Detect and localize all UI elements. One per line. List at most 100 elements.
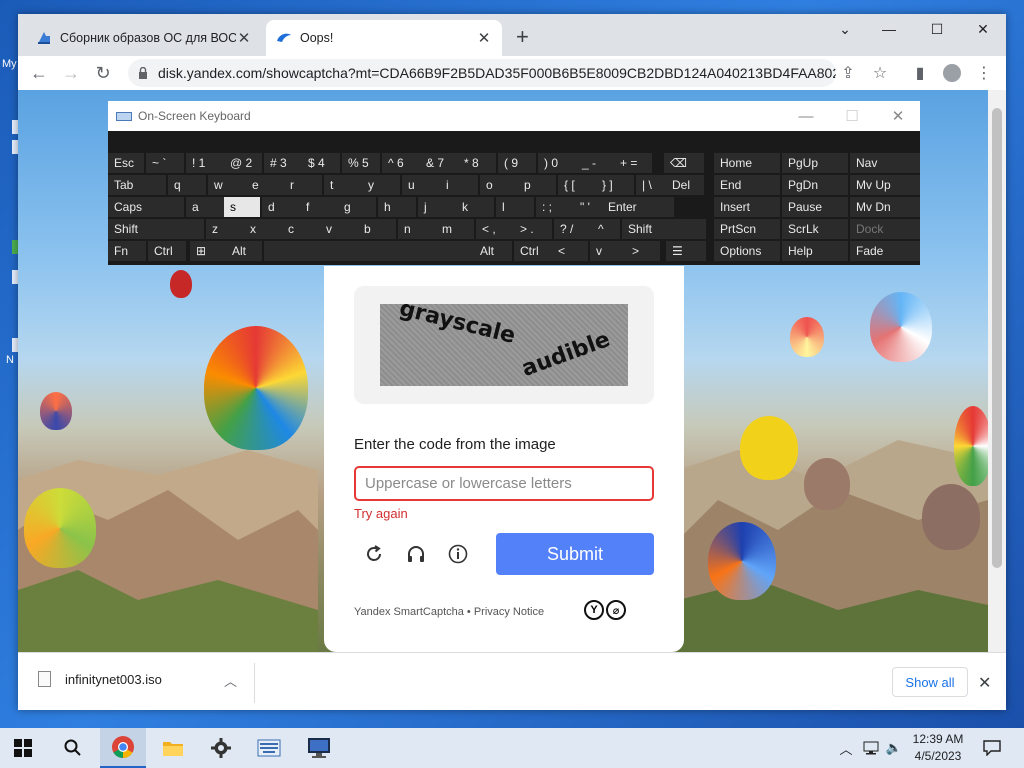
osk-key[interactable]: > — [626, 241, 660, 261]
osk-key[interactable]: ~ ` — [146, 153, 184, 173]
osk-key[interactable]: ( 9 — [498, 153, 536, 173]
download-options-chevron-icon[interactable]: ︿ — [224, 671, 237, 690]
tab-close-icon[interactable]: ✕ — [236, 29, 252, 47]
osk-taskbar-icon[interactable] — [246, 728, 292, 768]
captcha-footer[interactable]: Yandex SmartCaptcha • Privacy Notice — [354, 606, 544, 618]
maximize-button[interactable]: ☐ — [914, 14, 960, 44]
osk-key[interactable]: h — [378, 197, 416, 217]
osk-key[interactable]: $ 4 — [302, 153, 340, 173]
osk-key[interactable]: k — [456, 197, 494, 217]
osk-nav-key[interactable]: Mv Up — [850, 175, 920, 195]
osk-key[interactable]: p — [518, 175, 556, 195]
osk-key[interactable]: w — [208, 175, 246, 195]
headphones-audio-icon[interactable] — [404, 542, 428, 566]
minimize-button[interactable]: — — [866, 14, 912, 44]
osk-key[interactable]: Caps — [108, 197, 184, 217]
osk-nav-key[interactable]: Nav — [850, 153, 920, 173]
info-icon[interactable] — [446, 542, 470, 566]
osk-key[interactable]: y — [362, 175, 400, 195]
osk-key[interactable]: < — [552, 241, 588, 261]
osk-key[interactable] — [264, 241, 474, 261]
tab-search-chevron-icon[interactable]: ⌄ — [822, 14, 868, 44]
osk-key[interactable]: d — [262, 197, 300, 217]
osk-key[interactable]: @ 2 — [224, 153, 262, 173]
tab-close-icon[interactable]: ✕ — [476, 29, 492, 47]
osk-maximize-button[interactable]: ☐ — [832, 101, 872, 131]
osk-key[interactable]: c — [282, 219, 320, 239]
osk-key[interactable]: Fn — [108, 241, 146, 261]
osk-key[interactable]: g — [338, 197, 376, 217]
osk-key[interactable]: v — [590, 241, 626, 261]
osk-key[interactable]: ^ — [592, 219, 620, 239]
network-icon[interactable] — [860, 728, 882, 768]
notifications-icon[interactable] — [978, 728, 1006, 768]
osk-close-button[interactable]: ✕ — [878, 101, 918, 131]
tray-chevron-icon[interactable]: ︿ — [836, 728, 856, 768]
osk-nav-key[interactable]: Dock — [850, 219, 920, 239]
address-bar[interactable]: disk.yandex.com/showcaptcha?mt=CDA66B9F2… — [128, 59, 836, 87]
osk-key[interactable]: % 5 — [342, 153, 380, 173]
osk-key[interactable]: # 3 — [264, 153, 302, 173]
settings-gear-icon[interactable] — [198, 728, 244, 768]
osk-key[interactable]: s — [224, 197, 260, 217]
chrome-taskbar-icon[interactable] — [100, 728, 146, 768]
submit-button[interactable]: Submit — [496, 533, 654, 575]
tab-os-images[interactable]: Сборник образов ОС для ВОСН ✕ — [26, 20, 262, 56]
osk-key[interactable]: < , — [476, 219, 514, 239]
osk-key[interactable]: o — [480, 175, 518, 195]
forward-button[interactable]: → — [58, 60, 84, 86]
remote-desktop-icon[interactable] — [296, 728, 342, 768]
osk-key[interactable]: i — [440, 175, 478, 195]
close-download-bar-icon[interactable]: ✕ — [978, 673, 991, 693]
osk-nav-key[interactable]: Mv Dn — [850, 197, 920, 217]
osk-key[interactable]: Esc — [108, 153, 144, 173]
osk-key[interactable]: j — [418, 197, 456, 217]
download-item[interactable]: infinitynet003.iso — [38, 671, 162, 687]
side-panel-icon[interactable]: ▮ — [908, 61, 932, 85]
osk-key[interactable]: ) 0 — [538, 153, 576, 173]
show-all-button[interactable]: Show all — [892, 667, 968, 697]
osk-nav-key[interactable]: Fade — [850, 241, 920, 261]
osk-nav-key[interactable]: Home — [714, 153, 780, 173]
osk-key[interactable]: l — [496, 197, 534, 217]
osk-key[interactable]: & 7 — [420, 153, 458, 173]
osk-nav-key[interactable]: Insert — [714, 197, 780, 217]
osk-minimize-button[interactable]: — — [786, 101, 826, 131]
osk-key[interactable]: Shift — [108, 219, 204, 239]
osk-key[interactable]: ! 1 — [186, 153, 224, 173]
close-window-button[interactable]: ✕ — [960, 14, 1006, 44]
reload-button[interactable]: ↻ — [90, 60, 116, 86]
osk-key[interactable]: ⌫ — [664, 153, 704, 173]
osk-nav-key[interactable]: Help — [782, 241, 848, 261]
osk-key[interactable]: { [ — [558, 175, 596, 195]
osk-nav-key[interactable]: Pause — [782, 197, 848, 217]
osk-key[interactable]: Tab — [108, 175, 166, 195]
profile-avatar-icon[interactable] — [940, 61, 964, 85]
search-icon[interactable] — [50, 728, 96, 768]
osk-nav-key[interactable]: End — [714, 175, 780, 195]
osk-key[interactable]: Alt — [474, 241, 512, 261]
osk-key[interactable]: f — [300, 197, 338, 217]
captcha-input[interactable] — [354, 466, 654, 501]
volume-icon[interactable]: 🔈 — [884, 728, 904, 768]
osk-key[interactable]: q — [168, 175, 206, 195]
osk-key[interactable]: u — [402, 175, 440, 195]
scrollbar-thumb[interactable] — [992, 108, 1002, 568]
osk-key[interactable]: m — [436, 219, 474, 239]
tab-oops[interactable]: Oops! ✕ — [266, 20, 502, 56]
share-icon[interactable]: ⇪ — [836, 61, 860, 85]
osk-nav-key[interactable]: Options — [714, 241, 780, 261]
osk-key[interactable]: ☰ — [666, 241, 706, 261]
osk-key[interactable]: v — [320, 219, 358, 239]
osk-nav-key[interactable]: PgDn — [782, 175, 848, 195]
osk-key[interactable]: ? / — [554, 219, 592, 239]
menu-icon[interactable]: ⋮ — [972, 61, 996, 85]
osk-key[interactable]: _ - — [576, 153, 614, 173]
osk-key[interactable]: Ctrl — [148, 241, 186, 261]
osk-key[interactable]: e — [246, 175, 284, 195]
clock[interactable]: 12:39 AM 4/5/2023 — [904, 731, 972, 765]
osk-nav-key[interactable]: ScrLk — [782, 219, 848, 239]
osk-key[interactable]: ⊞ — [190, 241, 226, 261]
osk-key[interactable]: Alt — [226, 241, 262, 261]
osk-key[interactable]: Ctrl — [514, 241, 552, 261]
